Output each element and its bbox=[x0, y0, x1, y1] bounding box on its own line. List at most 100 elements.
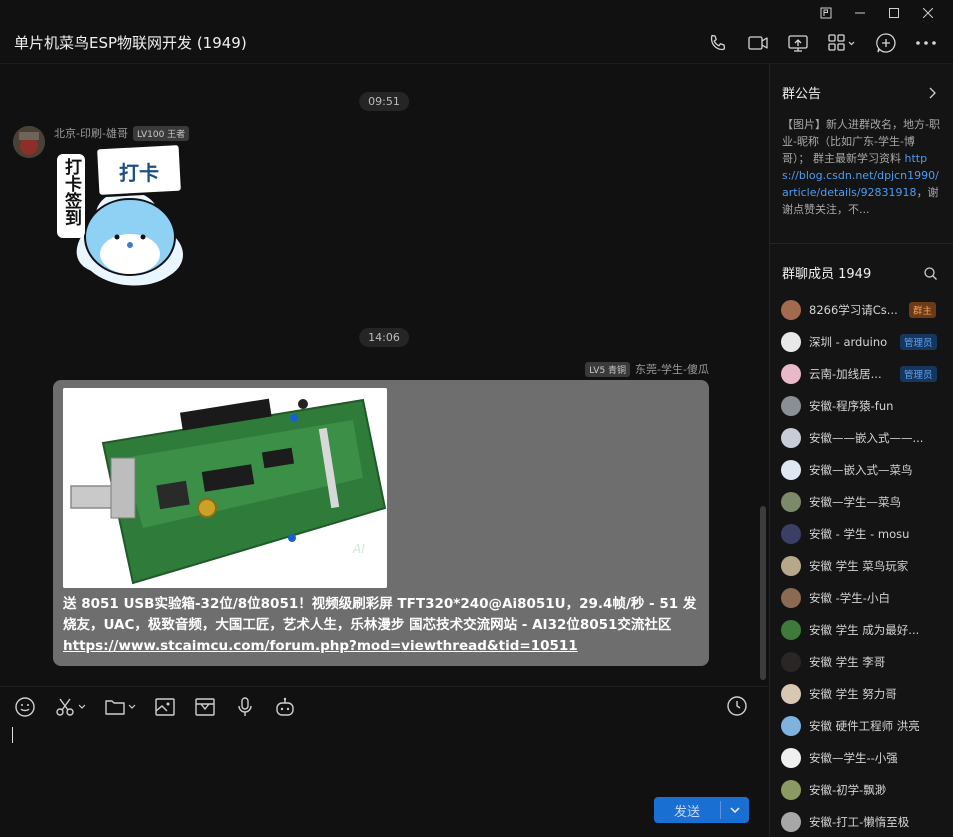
member-name: 安徽 学生 成为最好... bbox=[809, 623, 920, 637]
notice-title[interactable]: 群公告 bbox=[782, 83, 821, 102]
header-toolbar bbox=[705, 30, 939, 56]
board-image[interactable]: AI bbox=[63, 388, 387, 588]
member-item[interactable]: 安徽 学生 成为最好... bbox=[770, 614, 953, 646]
admin-badge: 管理员 bbox=[900, 366, 937, 382]
group-title[interactable]: 单片机菜鸟ESP物联网开发 (1949) bbox=[14, 32, 247, 53]
close-icon[interactable] bbox=[911, 4, 945, 22]
chat-header: 单片机菜鸟ESP物联网开发 (1949) bbox=[0, 22, 953, 64]
member-avatar[interactable] bbox=[781, 716, 801, 736]
member-avatar[interactable] bbox=[781, 460, 801, 480]
video-icon[interactable] bbox=[745, 30, 771, 56]
member-item[interactable]: 安徽 硬件工程师 洪亮 bbox=[770, 710, 953, 742]
level-badge: LV100 王者 bbox=[132, 125, 190, 141]
member-list[interactable]: 8266学习请Cs... 群主 深圳 - arduino 管理员 云南-加线居... 管理… bbox=[770, 294, 953, 837]
member-item[interactable]: 安徽——嵌入式——... bbox=[770, 422, 953, 454]
member-name: 安徽—学生--小强 bbox=[809, 751, 898, 765]
member-name: 安徽 学生 菜鸟玩家 bbox=[809, 559, 909, 573]
member-name: 云南-加线居... bbox=[809, 367, 882, 381]
composer: 发送 bbox=[0, 686, 768, 837]
member-avatar[interactable] bbox=[781, 748, 801, 768]
chat-scrollbar[interactable] bbox=[760, 506, 766, 680]
member-item[interactable]: 安徽 -学生-小白 bbox=[770, 582, 953, 614]
composer-toolbar bbox=[14, 695, 296, 719]
minimize-icon[interactable] bbox=[843, 4, 877, 22]
member-name: 深圳 - arduino bbox=[809, 335, 888, 349]
member-name: 安徽-打工-懒惰至极 bbox=[809, 815, 910, 829]
member-avatar[interactable] bbox=[781, 812, 801, 832]
sticker-image[interactable]: 打卡 打卡签到 bbox=[55, 142, 205, 294]
member-item[interactable]: 安徽-程序猿-fun bbox=[770, 390, 953, 422]
member-avatar[interactable] bbox=[781, 684, 801, 704]
board-label: AI bbox=[352, 542, 365, 556]
member-item[interactable]: 安徽 学生 努力哥 bbox=[770, 678, 953, 710]
message-body: 送 8051 USB实验箱-32位/8位8051！视频级刷彩屏 TFT320*2… bbox=[63, 596, 697, 633]
pin-icon[interactable] bbox=[809, 4, 843, 22]
member-item[interactable]: 安徽 学生 菜鸟玩家 bbox=[770, 550, 953, 582]
member-avatar[interactable] bbox=[781, 396, 801, 416]
send-button[interactable]: 发送 bbox=[654, 797, 749, 823]
more-icon[interactable] bbox=[913, 30, 939, 56]
member-avatar[interactable] bbox=[781, 556, 801, 576]
avatar[interactable] bbox=[13, 126, 45, 158]
folder-icon[interactable] bbox=[104, 695, 136, 719]
message-link[interactable]: https://www.stcaimcu.com/forum.php?mod=v… bbox=[63, 638, 578, 654]
mailbox-icon[interactable] bbox=[194, 695, 216, 719]
message-list[interactable]: 09:51 北京-印刷-雄哥 LV100 王者 打卡 打卡签到 14:06 LV… bbox=[0, 64, 768, 686]
member-item[interactable]: 云南-加线居... 管理员 bbox=[770, 358, 953, 390]
robot-icon[interactable] bbox=[274, 695, 296, 719]
screen-share-icon[interactable] bbox=[785, 30, 811, 56]
member-avatar[interactable] bbox=[781, 492, 801, 512]
sender-name[interactable]: 北京-印刷-雄哥 bbox=[54, 125, 128, 141]
notice-text[interactable]: 【图片】新人进群改名，地方-职业-昵称（比如广东-学生-博哥）； 群主最新学习资… bbox=[782, 116, 942, 218]
history-icon[interactable] bbox=[726, 695, 748, 721]
sticker-sign-text: 打卡 bbox=[119, 161, 159, 185]
image-icon[interactable] bbox=[154, 695, 176, 719]
member-name: 安徽—学生—菜鸟 bbox=[809, 495, 901, 509]
divider bbox=[770, 243, 953, 244]
member-avatar[interactable] bbox=[781, 428, 801, 448]
member-name: 安徽 硬件工程师 洪亮 bbox=[809, 719, 920, 733]
member-name: 安徽 -学生-小白 bbox=[809, 591, 890, 605]
member-avatar[interactable] bbox=[781, 652, 801, 672]
member-item[interactable]: 安徽—学生—菜鸟 bbox=[770, 486, 953, 518]
chevron-right-icon[interactable] bbox=[929, 84, 937, 103]
member-item[interactable]: 安徽-打工-懒惰至极 bbox=[770, 806, 953, 837]
sender-info: 北京-印刷-雄哥 LV100 王者 bbox=[54, 125, 190, 141]
emoji-icon[interactable] bbox=[14, 695, 36, 719]
search-icon[interactable] bbox=[924, 265, 937, 284]
apps-icon[interactable] bbox=[825, 30, 859, 56]
member-avatar[interactable] bbox=[781, 364, 801, 384]
member-item[interactable]: 8266学习请Cs... 群主 bbox=[770, 294, 953, 326]
maximize-icon[interactable] bbox=[877, 4, 911, 22]
member-name: 安徽——嵌入式——... bbox=[809, 431, 924, 445]
member-name: 安徽 - 学生 - mosu bbox=[809, 527, 910, 541]
member-item[interactable]: 安徽—学生--小强 bbox=[770, 742, 953, 774]
time-divider: 09:51 bbox=[359, 92, 409, 111]
sender-name[interactable]: 东莞-学生-傻瓜 bbox=[635, 361, 709, 377]
level-badge: LV5 青铜 bbox=[585, 361, 631, 377]
add-member-icon[interactable] bbox=[873, 30, 899, 56]
message-bubble[interactable]: AI 送 8051 USB实验箱-32位/8位8051！视频级刷彩屏 TFT32… bbox=[53, 380, 709, 666]
text-input-caret[interactable] bbox=[12, 727, 13, 743]
member-item[interactable]: 安徽—嵌入式—菜鸟 bbox=[770, 454, 953, 486]
chevron-down-icon bbox=[78, 704, 86, 709]
member-item[interactable]: 安徽-初学-飘渺 bbox=[770, 774, 953, 806]
scissors-icon[interactable] bbox=[54, 695, 86, 719]
member-avatar[interactable] bbox=[781, 620, 801, 640]
send-options-chevron-icon[interactable] bbox=[721, 807, 749, 813]
member-item[interactable]: 深圳 - arduino 管理员 bbox=[770, 326, 953, 358]
send-label[interactable]: 发送 bbox=[654, 801, 720, 820]
microphone-icon[interactable] bbox=[234, 695, 256, 719]
member-item[interactable]: 安徽 - 学生 - mosu bbox=[770, 518, 953, 550]
group-sidebar: 群公告 【图片】新人进群改名，地方-职业-昵称（比如广东-学生-博哥）； 群主最… bbox=[769, 64, 953, 837]
member-name: 8266学习请Cs... bbox=[809, 303, 898, 317]
member-avatar[interactable] bbox=[781, 332, 801, 352]
member-item[interactable]: 安徽 学生 李哥 bbox=[770, 646, 953, 678]
members-title: 群聊成员 1949 bbox=[782, 267, 872, 282]
phone-icon[interactable] bbox=[705, 30, 731, 56]
member-avatar[interactable] bbox=[781, 524, 801, 544]
member-avatar[interactable] bbox=[781, 588, 801, 608]
member-avatar[interactable] bbox=[781, 780, 801, 800]
message-text: 送 8051 USB实验箱-32位/8位8051！视频级刷彩屏 TFT320*2… bbox=[63, 594, 699, 657]
member-avatar[interactable] bbox=[781, 300, 801, 320]
